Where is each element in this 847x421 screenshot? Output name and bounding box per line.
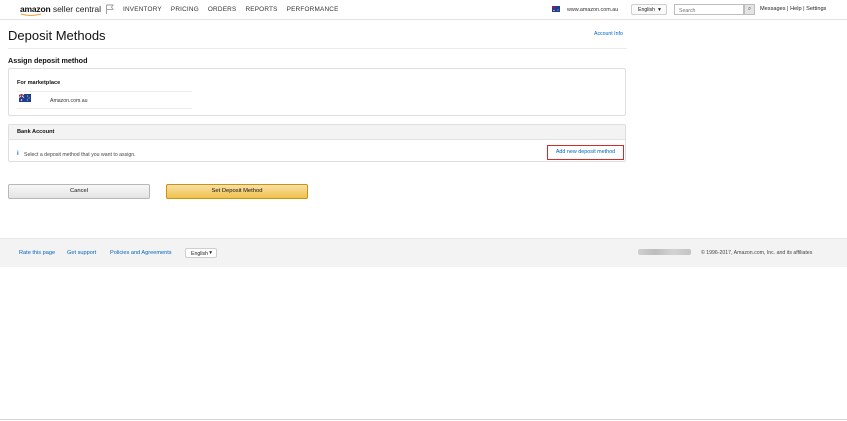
caret-down-icon: ▼ <box>208 250 213 256</box>
rate-this-page-link[interactable]: Rate this page <box>19 250 55 256</box>
bank-account-card: Bank Account i Select a deposit method t… <box>8 124 626 162</box>
language-value: English <box>638 7 656 13</box>
marketplace-label: For marketplace <box>17 80 61 86</box>
section-title: Assign deposit method <box>8 56 88 65</box>
account-info-link[interactable]: Account Info <box>594 31 623 37</box>
add-deposit-method-link[interactable]: Add new deposit method <box>547 145 624 160</box>
messages-link[interactable]: Messages <box>760 6 786 12</box>
nav-pricing[interactable]: PRICING <box>171 6 199 13</box>
language-select[interactable]: English ▼ <box>631 4 667 15</box>
caret-down-icon: ▼ <box>657 7 662 13</box>
help-link[interactable]: Help <box>790 6 802 12</box>
footer-language-select[interactable]: English ▼ <box>185 248 217 258</box>
nav-inventory[interactable]: INVENTORY <box>123 6 162 13</box>
nav-performance[interactable]: PERFORMANCE <box>287 6 339 13</box>
australia-flag-icon <box>19 94 31 102</box>
page-title: Deposit Methods <box>8 28 106 43</box>
nav-reports[interactable]: REPORTS <box>245 6 277 13</box>
search-input[interactable] <box>674 4 744 15</box>
logo-product: seller central <box>52 4 102 14</box>
top-bar: amazon seller central INVENTORY PRICING … <box>0 0 847 20</box>
copyright: © 1996-2017, Amazon.com, Inc. and its af… <box>701 250 813 256</box>
flag-outline-icon[interactable] <box>105 4 115 15</box>
search-icon[interactable]: ⌕ <box>744 4 755 15</box>
policies-link[interactable]: Policies and Agreements <box>110 250 172 256</box>
info-text: Select a deposit method that you want to… <box>24 152 136 158</box>
settings-link[interactable]: Settings <box>806 6 826 12</box>
seller-central-logo[interactable]: amazon seller central <box>20 4 102 16</box>
australia-flag-icon <box>552 6 560 12</box>
main-nav: INVENTORY PRICING ORDERS REPORTS PERFORM… <box>123 6 339 13</box>
cancel-button[interactable]: Cancel <box>8 184 150 199</box>
top-links: Messages | Help | Settings <box>760 6 826 12</box>
divider <box>8 48 627 49</box>
info-icon: i <box>17 151 19 157</box>
nav-orders[interactable]: ORDERS <box>208 6 237 13</box>
amazon-smile-icon <box>20 13 42 16</box>
blurred-content <box>638 249 691 255</box>
divider <box>0 419 847 420</box>
marketplace-name: Amazon.com.au <box>50 98 88 104</box>
marketplace-row: Amazon.com.au <box>17 91 192 109</box>
set-deposit-method-button[interactable]: Set Deposit Method <box>166 184 308 199</box>
bank-account-header: Bank Account <box>9 125 625 140</box>
footer-language-value: English <box>191 250 209 257</box>
marketplace-url[interactable]: www.amazon.com.au <box>567 7 618 13</box>
get-support-link[interactable]: Get support <box>67 250 96 256</box>
footer: Rate this page Get support Policies and … <box>0 238 847 267</box>
marketplace-card: For marketplace Amazon.com.au <box>8 68 626 116</box>
